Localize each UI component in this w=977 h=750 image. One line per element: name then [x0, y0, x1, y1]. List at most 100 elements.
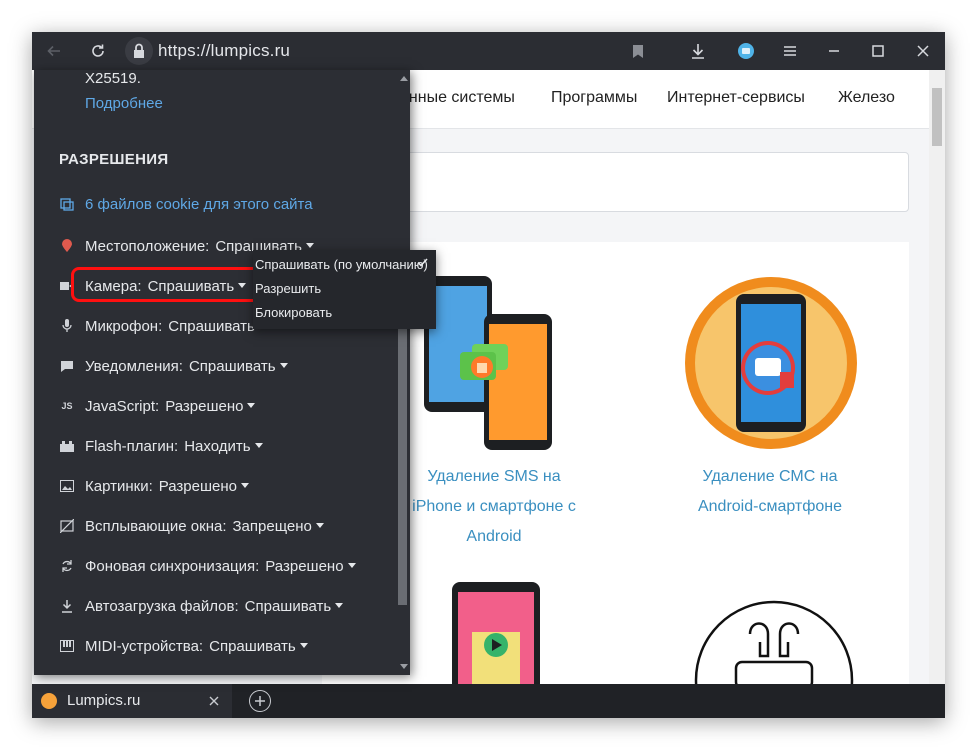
back-icon[interactable]: [42, 39, 66, 63]
browser-toolbar: https://lumpics.ru: [32, 32, 945, 70]
permission-label: Flash-плагин:: [85, 437, 179, 455]
permission-label: Всплывающие окна:: [85, 517, 227, 535]
permission-value[interactable]: Разрешено: [165, 398, 243, 415]
cookies-row[interactable]: 6 файлов cookie для этого сайта: [59, 193, 313, 215]
tab-strip: Lumpics.ru: [32, 684, 945, 718]
permission-value[interactable]: Разрешено: [159, 478, 237, 495]
article-image-earbuds[interactable]: [694, 594, 854, 684]
alice-icon[interactable]: [734, 39, 758, 63]
tab-lumpics[interactable]: Lumpics.ru: [32, 684, 232, 718]
more-info-link[interactable]: Подробнее: [85, 95, 163, 112]
minimize-icon[interactable]: [822, 39, 846, 63]
download-icon[interactable]: [686, 39, 710, 63]
article-image-video-phone[interactable]: [450, 582, 550, 684]
panel-scrollbar-thumb[interactable]: [398, 325, 407, 605]
javascript-icon: JS: [61, 401, 73, 411]
article-title-line[interactable]: iPhone и смартфоне с: [404, 492, 584, 522]
new-tab-button[interactable]: [249, 690, 271, 712]
permission-microphone[interactable]: Микрофон: Спрашивать: [59, 315, 267, 337]
permission-label: Микрофон:: [85, 317, 163, 335]
permission-label: Картинки:: [85, 477, 153, 495]
menu-icon[interactable]: [778, 39, 802, 63]
screenshot: https://lumpics.ru онные системы Програм…: [0, 0, 977, 750]
tab-title: Lumpics.ru: [67, 692, 141, 709]
nav-item-programs[interactable]: Программы: [551, 89, 637, 107]
midi-icon: [59, 638, 75, 654]
permission-notifications[interactable]: Уведомления: Спрашивать: [59, 355, 288, 377]
popup-blocked-icon: [59, 518, 75, 534]
permission-flash[interactable]: Flash-плагин: Находить: [59, 435, 263, 457]
microphone-icon: [59, 318, 75, 334]
site-info-panel: X25519. Подробнее РАЗРЕШЕНИЯ 6 файлов co…: [34, 70, 410, 675]
nav-item-internet-services[interactable]: Интернет-сервисы: [667, 89, 805, 107]
cookie-icon: [59, 196, 75, 212]
certificate-text: X25519.: [85, 70, 141, 87]
bookmark-icon[interactable]: [626, 39, 650, 63]
download-icon: [59, 598, 75, 614]
dropdown-option-label: Разрешить: [255, 281, 322, 296]
article-title-line[interactable]: Android: [404, 522, 584, 552]
article-title-line[interactable]: Удаление SMS на: [404, 462, 584, 492]
chevron-down-icon: [335, 602, 344, 608]
permission-label: JavaScript:: [85, 397, 160, 415]
permission-value[interactable]: Спрашивать: [168, 318, 255, 335]
dropdown-option-label: Блокировать: [255, 305, 333, 320]
permission-midi[interactable]: MIDI-устройства: Спрашивать: [59, 635, 308, 657]
chevron-down-icon: [305, 242, 314, 248]
permission-label: Уведомления:: [85, 357, 183, 375]
location-icon: [59, 238, 75, 254]
chevron-down-icon: [254, 442, 263, 448]
reload-icon[interactable]: [86, 39, 110, 63]
chevron-down-icon: [347, 562, 356, 568]
plus-icon: [255, 696, 265, 706]
chevron-down-icon: [247, 402, 256, 408]
permission-auto-download[interactable]: Автозагрузка файлов: Спрашивать: [59, 595, 344, 617]
permission-value[interactable]: Находить: [184, 438, 250, 455]
page-scrollbar-thumb[interactable]: [932, 88, 942, 146]
search-input[interactable]: [322, 152, 909, 212]
permission-label: Местоположение:: [85, 237, 210, 255]
location-permission-dropdown: Спрашивать (по умолчанию) Разрешить Блок…: [253, 250, 436, 329]
page-scrollbar[interactable]: [929, 70, 945, 684]
chevron-down-icon: [299, 642, 308, 648]
dropdown-option-allow[interactable]: Разрешить: [253, 277, 436, 301]
article-image-sms-android[interactable]: [682, 274, 860, 452]
image-icon: [59, 478, 75, 494]
permission-value[interactable]: Запрещено: [232, 518, 311, 535]
dropdown-option-ask-default[interactable]: Спрашивать (по умолчанию): [253, 253, 436, 277]
dropdown-option-label: Спрашивать (по умолчанию): [255, 257, 428, 272]
checkmark-icon: [417, 258, 428, 267]
address-bar[interactable]: https://lumpics.ru: [158, 41, 290, 61]
nav-item-hardware[interactable]: Железо: [838, 89, 895, 107]
close-icon[interactable]: [911, 39, 935, 63]
maximize-icon[interactable]: [866, 39, 890, 63]
lock-icon[interactable]: [125, 37, 153, 65]
permission-label: Фоновая синхронизация:: [85, 557, 260, 575]
permission-images[interactable]: Картинки: Разрешено: [59, 475, 249, 497]
scroll-up-icon[interactable]: [398, 72, 409, 84]
tab-close-icon[interactable]: [204, 691, 224, 711]
article-title-line[interactable]: Удаление СМС на: [680, 462, 860, 492]
permissions-heading: РАЗРЕШЕНИЯ: [59, 151, 169, 168]
browser-window: https://lumpics.ru онные системы Програм…: [32, 32, 945, 718]
favicon-icon: [41, 693, 57, 709]
permission-popups[interactable]: Всплывающие окна: Запрещено: [59, 515, 324, 537]
permission-value[interactable]: Спрашивать: [189, 358, 276, 375]
permission-value[interactable]: Спрашивать: [245, 598, 332, 615]
cookies-link[interactable]: 6 файлов cookie для этого сайта: [85, 196, 313, 213]
article-title-line[interactable]: Android-смартфоне: [680, 492, 860, 522]
chevron-down-icon: [279, 362, 288, 368]
permission-javascript[interactable]: JS JavaScript: Разрешено: [59, 395, 256, 417]
permission-label: MIDI-устройства:: [85, 637, 204, 655]
chevron-down-icon: [240, 482, 249, 488]
plugin-icon: [59, 438, 75, 454]
dropdown-option-block[interactable]: Блокировать: [253, 301, 436, 325]
permission-background-sync[interactable]: Фоновая синхронизация: Разрешено: [59, 555, 356, 577]
nav-item-os[interactable]: онные системы: [400, 89, 515, 107]
permission-value[interactable]: Разрешено: [265, 558, 343, 575]
chevron-down-icon: [315, 522, 324, 528]
scroll-down-icon[interactable]: [398, 660, 409, 672]
permission-value[interactable]: Спрашивать: [209, 638, 296, 655]
sync-icon: [59, 558, 75, 574]
permission-label: Автозагрузка файлов:: [85, 597, 239, 615]
